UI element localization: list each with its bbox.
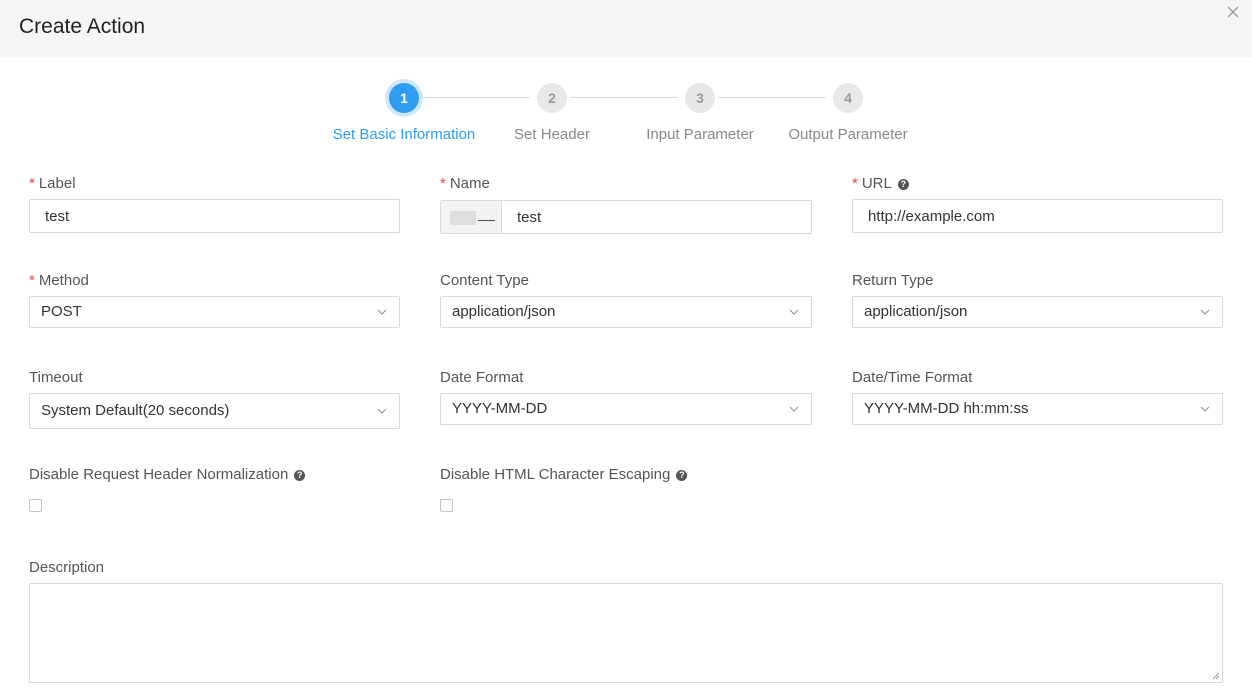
disable-header-norm-label: Disable Request Header Normalization?: [29, 466, 306, 483]
name-text: Name: [449, 175, 490, 192]
required-marker: *: [852, 175, 858, 192]
close-icon[interactable]: [1226, 5, 1240, 19]
question-circle-icon[interactable]: ?: [294, 470, 306, 481]
required-marker: *: [29, 272, 35, 289]
return-type-field-label: Return Type: [852, 272, 934, 289]
return-type-select[interactable]: application/json: [852, 296, 1223, 328]
datetime-format-field-label: Date/Time Format: [852, 369, 973, 386]
disable-html-escape-text: Disable HTML Character Escaping: [440, 466, 671, 483]
url-text: URL: [861, 175, 892, 192]
label-input[interactable]: [29, 199, 400, 233]
method-select[interactable]: POST: [29, 296, 400, 328]
timeout-select[interactable]: System Default(20 seconds): [29, 393, 400, 429]
datetime-format-value: YYYY-MM-DD hh:mm:ss: [864, 400, 1029, 417]
chevron-down-icon: [789, 309, 799, 315]
return-type-value: application/json: [864, 303, 968, 320]
url-input[interactable]: [852, 199, 1223, 233]
step-1-circle[interactable]: 1: [389, 83, 419, 113]
label-text: Label: [38, 175, 76, 192]
chevron-down-icon: [1200, 406, 1210, 412]
disable-header-norm-text: Disable Request Header Normalization: [29, 466, 289, 483]
step-connector: [718, 97, 826, 98]
timeout-value: System Default(20 seconds): [41, 402, 230, 419]
disable-html-escape-label: Disable HTML Character Escaping?: [440, 466, 688, 483]
chevron-down-icon: [789, 406, 799, 412]
chevron-down-icon: [1200, 309, 1210, 315]
stepper: 1 2 3 4 Set Basic Information Set Header…: [0, 80, 1252, 150]
step-connector: [570, 97, 678, 98]
required-marker: *: [29, 175, 35, 192]
question-circle-icon[interactable]: ?: [897, 179, 909, 190]
name-prefix: __: [440, 200, 501, 234]
chevron-down-icon: [377, 408, 387, 414]
content-type-select[interactable]: application/json: [440, 296, 812, 328]
chevron-down-icon: [377, 309, 387, 315]
resize-handle-icon[interactable]: [1212, 672, 1220, 680]
description-field-label: Description: [29, 559, 105, 576]
step-3-label[interactable]: Input Parameter: [646, 126, 754, 143]
step-3-circle[interactable]: 3: [685, 83, 715, 113]
step-4-label[interactable]: Output Parameter: [788, 126, 907, 143]
step-connector: [422, 97, 530, 98]
date-format-value: YYYY-MM-DD: [452, 400, 548, 417]
step-2-label[interactable]: Set Header: [514, 126, 590, 143]
name-input[interactable]: [501, 200, 812, 234]
content-type-value: application/json: [452, 303, 556, 320]
date-format-field-label: Date Format: [440, 369, 524, 386]
question-circle-icon[interactable]: ?: [676, 470, 688, 481]
name-field-label: * Name: [440, 175, 490, 192]
name-prefix-suffix: __: [478, 205, 495, 222]
disable-header-norm-checkbox[interactable]: [29, 499, 42, 512]
date-format-select[interactable]: YYYY-MM-DD: [440, 393, 812, 425]
step-4-circle[interactable]: 4: [833, 83, 863, 113]
method-text: Method: [38, 272, 89, 289]
disable-html-escape-checkbox[interactable]: [440, 499, 453, 512]
url-field-label: * URL?: [852, 175, 909, 192]
datetime-format-select[interactable]: YYYY-MM-DD hh:mm:ss: [852, 393, 1223, 425]
step-1-label[interactable]: Set Basic Information: [333, 126, 476, 143]
timeout-field-label: Timeout: [29, 369, 83, 386]
dialog-header: Create Action: [0, 0, 1252, 57]
label-field-label: * Label: [29, 175, 76, 192]
dialog-title: Create Action: [19, 15, 146, 38]
description-textarea[interactable]: [29, 583, 1223, 683]
name-prefix-redacted: [450, 211, 476, 225]
required-marker: *: [440, 175, 446, 192]
method-value: POST: [41, 303, 82, 320]
method-field-label: * Method: [29, 272, 89, 289]
content-type-field-label: Content Type: [440, 272, 529, 289]
step-2-circle[interactable]: 2: [537, 83, 567, 113]
